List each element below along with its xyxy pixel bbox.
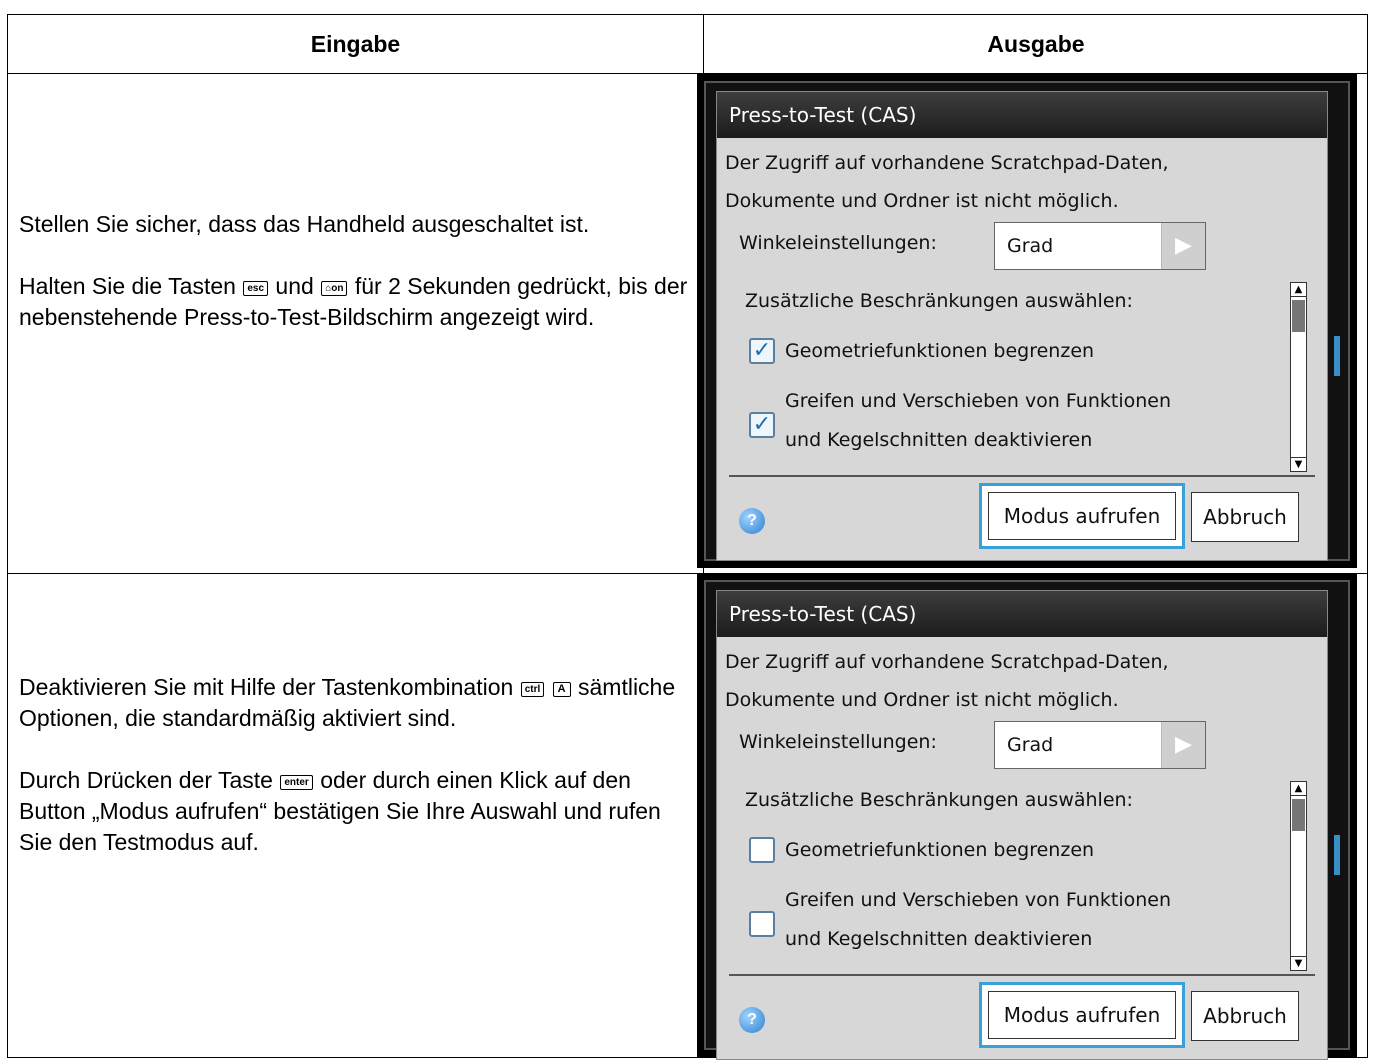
enter-mode-label: Modus aufrufen <box>988 991 1176 1039</box>
restrictions-label: Zusätzliche Beschränkungen auswählen: <box>745 290 1133 312</box>
calculator-screen-2: Press-to-Test (CAS) Der Zugriff auf vorh… <box>697 573 1357 1060</box>
focus-indicator <box>1334 336 1340 376</box>
cancel-button[interactable]: Abbruch <box>1191 492 1299 542</box>
geometry-checkbox[interactable]: ✓ <box>749 338 775 364</box>
angle-dropdown[interactable]: Grad ▶ <box>994 222 1206 270</box>
info-line-1: Der Zugriff auf vorhandene Scratchpad-Da… <box>725 152 1169 174</box>
grab-move-checkbox[interactable] <box>749 911 775 937</box>
row1-paragraph-2: Halten Sie die Tasten esc und ⌂on für 2 … <box>19 271 689 333</box>
grab-move-option-line-1: Greifen und Verschieben von Funktionen <box>785 390 1171 412</box>
row2-paragraph-1: Deaktivieren Sie mit Hilfe der Tastenkom… <box>19 672 689 734</box>
row1-text-a: Halten Sie die Tasten <box>19 273 236 299</box>
row1-instructions: Stellen Sie sicher, dass das Handheld au… <box>19 209 689 333</box>
enter-key-icon: enter <box>280 775 313 790</box>
focus-indicator <box>1334 835 1340 875</box>
row2-text-c: Durch Drücken der Taste <box>19 767 273 793</box>
row1-paragraph-1: Stellen Sie sicher, dass das Handheld au… <box>19 211 590 237</box>
grab-move-option-line-2: und Kegelschnitten deaktivieren <box>785 928 1093 950</box>
restrictions-label: Zusätzliche Beschränkungen auswählen: <box>745 789 1133 811</box>
home-on-key-icon: ⌂on <box>321 281 348 296</box>
row2-paragraph-2: Durch Drücken der Taste enter oder durch… <box>19 765 689 858</box>
geometry-option-label: Geometriefunktionen begrenzen <box>785 340 1095 362</box>
scroll-down-icon[interactable]: ▼ <box>1291 457 1306 471</box>
row2-text-a: Deaktivieren Sie mit Hilfe der Tastenkom… <box>19 674 514 700</box>
dialog-title: Press-to-Test (CAS) <box>717 591 1327 637</box>
cancel-button[interactable]: Abbruch <box>1191 991 1299 1041</box>
enter-mode-button[interactable]: Modus aufrufen <box>979 483 1185 549</box>
grab-move-option-line-2: und Kegelschnitten deaktivieren <box>785 429 1093 451</box>
header-ausgabe: Ausgabe <box>987 30 1085 57</box>
grab-move-checkbox[interactable]: ✓ <box>749 412 775 438</box>
scroll-down-icon[interactable]: ▼ <box>1291 956 1306 970</box>
dropdown-arrow-icon[interactable]: ▶ <box>1161 722 1205 768</box>
enter-mode-button[interactable]: Modus aufrufen <box>979 982 1185 1048</box>
angle-label: Winkeleinstellungen: <box>739 731 937 753</box>
a-key-icon: A <box>552 682 571 697</box>
geometry-option-label: Geometriefunktionen begrenzen <box>785 839 1095 861</box>
scroll-up-icon[interactable]: ▲ <box>1291 782 1306 796</box>
esc-key-icon: esc <box>243 281 269 296</box>
info-line-2: Dokumente und Ordner ist nicht möglich. <box>725 190 1119 212</box>
info-line-2: Dokumente und Ordner ist nicht möglich. <box>725 689 1119 711</box>
dropdown-arrow-icon[interactable]: ▶ <box>1161 223 1205 269</box>
angle-dropdown[interactable]: Grad ▶ <box>994 721 1206 769</box>
scrollbar[interactable]: ▲ ▼ <box>1290 781 1307 971</box>
header-eingabe: Eingabe <box>310 30 401 57</box>
angle-value: Grad <box>1007 734 1054 756</box>
help-icon[interactable]: ? <box>739 508 765 534</box>
scrollbar[interactable]: ▲ ▼ <box>1290 282 1307 472</box>
press-to-test-dialog: Press-to-Test (CAS) Der Zugriff auf vorh… <box>716 590 1328 1060</box>
angle-label: Winkeleinstellungen: <box>739 232 937 254</box>
dialog-title: Press-to-Test (CAS) <box>717 92 1327 138</box>
dialog-separator <box>729 974 1315 976</box>
screen-bezel: Press-to-Test (CAS) Der Zugriff auf vorh… <box>704 580 1350 1060</box>
press-to-test-dialog: Press-to-Test (CAS) Der Zugriff auf vorh… <box>716 91 1328 561</box>
calculator-screen-1: Press-to-Test (CAS) Der Zugriff auf vorh… <box>697 74 1357 568</box>
help-icon[interactable]: ? <box>739 1007 765 1033</box>
scrollbar-thumb[interactable] <box>1292 799 1305 831</box>
grab-move-option-line-1: Greifen und Verschieben von Funktionen <box>785 889 1171 911</box>
screen-bezel: Press-to-Test (CAS) Der Zugriff auf vorh… <box>704 81 1350 561</box>
row1-text-b: und <box>275 273 314 299</box>
ctrl-key-icon: ctrl <box>520 682 545 697</box>
row2-instructions: Deaktivieren Sie mit Hilfe der Tastenkom… <box>19 672 689 858</box>
dialog-separator <box>729 475 1315 477</box>
scrollbar-thumb[interactable] <box>1292 300 1305 332</box>
info-line-1: Der Zugriff auf vorhandene Scratchpad-Da… <box>725 651 1169 673</box>
scroll-up-icon[interactable]: ▲ <box>1291 283 1306 297</box>
geometry-checkbox[interactable] <box>749 837 775 863</box>
enter-mode-label: Modus aufrufen <box>988 492 1176 540</box>
angle-value: Grad <box>1007 235 1054 257</box>
